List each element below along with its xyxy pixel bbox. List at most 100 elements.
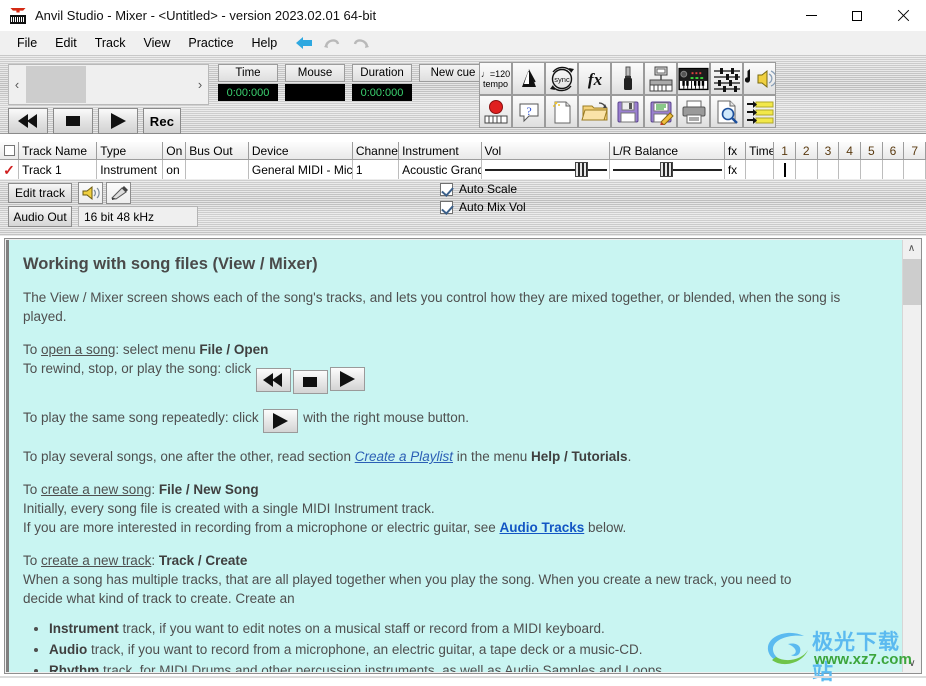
audio-jack-icon[interactable] <box>611 62 644 95</box>
duration-label[interactable]: Duration <box>352 64 412 82</box>
save-as-icon[interactable] <box>644 95 677 128</box>
close-button[interactable] <box>880 0 926 31</box>
maximize-button[interactable] <box>834 0 880 31</box>
create-a-new-song-link[interactable]: create a new song <box>41 482 151 497</box>
inline-rewind-button[interactable] <box>256 368 291 392</box>
audio-out-button[interactable]: Audio Out <box>8 206 72 227</box>
audio-tracks-link[interactable]: Audio Tracks <box>499 520 584 535</box>
col-bus-out[interactable]: Bus Out <box>186 142 249 160</box>
rewind-button[interactable] <box>8 108 48 134</box>
new-file-icon[interactable] <box>545 95 578 128</box>
measure-header-2[interactable]: 2 <box>796 142 818 160</box>
create-a-playlist-link[interactable]: Create a Playlist <box>355 449 453 464</box>
inline-stop-button[interactable] <box>293 370 328 394</box>
measure-header-5[interactable]: 5 <box>861 142 883 160</box>
open-folder-icon[interactable] <box>578 95 611 128</box>
cell-vol[interactable] <box>482 160 610 179</box>
measure-header-1[interactable]: 1 <box>774 142 796 160</box>
tempo-icon[interactable]: ♩=120 tempo <box>479 62 512 95</box>
vol-slider[interactable] <box>485 160 607 179</box>
cell-track-name[interactable]: Track 1 <box>19 160 97 179</box>
cell-fx[interactable]: fx <box>725 160 746 179</box>
measure-header-3[interactable]: 3 <box>818 142 840 160</box>
synth-keyboard-icon[interactable] <box>677 62 710 95</box>
cell-bus-out[interactable] <box>186 160 249 179</box>
effects-icon[interactable]: fx <box>578 62 611 95</box>
speaker-icon[interactable] <box>78 182 103 204</box>
measure-cell-5[interactable] <box>861 160 883 179</box>
measure-header-6[interactable]: 6 <box>883 142 905 160</box>
play-button[interactable] <box>98 108 138 134</box>
scroll-right-arrow[interactable]: › <box>192 77 208 92</box>
col-channel[interactable]: Channel <box>353 142 399 160</box>
balance-slider[interactable] <box>613 160 722 179</box>
col-device[interactable]: Device <box>249 142 353 160</box>
playlist-icon[interactable] <box>743 95 776 128</box>
midi-device-icon[interactable] <box>644 62 677 95</box>
menu-view[interactable]: View <box>135 33 180 53</box>
col-time[interactable]: Time <box>746 142 774 160</box>
scroll-down-arrow[interactable]: ∨ <box>903 655 921 672</box>
measure-header-7[interactable]: 7 <box>904 142 926 160</box>
measure-cell-6[interactable] <box>883 160 905 179</box>
measure-header-4[interactable]: 4 <box>839 142 861 160</box>
table-row[interactable]: ✓ Track 1 Instrument on General MIDI - M… <box>0 160 926 179</box>
inline-play-button-repeat[interactable] <box>263 409 298 433</box>
menu-edit[interactable]: Edit <box>46 33 86 53</box>
col-lr-balance[interactable]: L/R Balance <box>610 142 725 160</box>
mouse-label[interactable]: Mouse <box>285 64 345 82</box>
mixer-faders-icon[interactable] <box>710 62 743 95</box>
cell-device[interactable]: General MIDI - Microso <box>249 160 353 179</box>
measure-cell-3[interactable] <box>818 160 840 179</box>
scrollbar-thumb[interactable] <box>903 259 921 305</box>
col-track-name[interactable]: Track Name <box>19 142 97 160</box>
scroll-left-arrow[interactable]: ‹ <box>9 77 25 92</box>
pen-icon[interactable] <box>106 182 131 204</box>
cell-type[interactable]: Instrument <box>97 160 163 179</box>
cell-channel[interactable]: 1 <box>353 160 399 179</box>
scrollbar-thumb[interactable] <box>26 66 86 103</box>
sync-icon[interactable]: sync <box>545 62 578 95</box>
help-vertical-scrollbar[interactable]: ∧ ∨ <box>902 240 920 672</box>
cell-lr-balance[interactable] <box>610 160 725 179</box>
col-on[interactable]: On <box>163 142 186 160</box>
audio-format-field[interactable]: 16 bit 48 kHz <box>78 206 198 227</box>
back-arrow-icon[interactable] <box>294 35 314 51</box>
col-fx[interactable]: fx <box>725 142 746 160</box>
save-icon[interactable] <box>611 95 644 128</box>
print-icon[interactable] <box>677 95 710 128</box>
minimize-button[interactable] <box>788 0 834 31</box>
inline-play-button[interactable] <box>330 367 365 391</box>
stop-button[interactable] <box>53 108 93 134</box>
col-vol[interactable]: Vol <box>482 142 610 160</box>
menu-file[interactable]: File <box>8 33 46 53</box>
metronome-icon[interactable] <box>512 62 545 95</box>
scroll-up-arrow[interactable]: ∧ <box>903 240 920 257</box>
menu-track[interactable]: Track <box>86 33 135 53</box>
new-cue-button[interactable]: New cue <box>419 64 487 82</box>
track-horizontal-scrollbar[interactable]: ‹ › <box>8 64 209 105</box>
auto-scale-checkbox[interactable]: Auto Scale <box>440 182 517 196</box>
record-keyboard-icon[interactable] <box>479 95 512 128</box>
menu-practice[interactable]: Practice <box>179 33 242 53</box>
measure-cell-2[interactable] <box>796 160 818 179</box>
select-all-header[interactable] <box>0 142 19 160</box>
print-preview-icon[interactable] <box>710 95 743 128</box>
col-instrument[interactable]: Instrument <box>399 142 481 160</box>
measure-cell-7[interactable] <box>904 160 926 179</box>
record-button[interactable]: Rec <box>143 108 181 134</box>
auto-mix-vol-checkbox[interactable]: Auto Mix Vol <box>440 200 526 214</box>
measure-cell-4[interactable] <box>839 160 861 179</box>
time-label[interactable]: Time <box>218 64 278 82</box>
row-select-check[interactable]: ✓ <box>0 160 19 179</box>
cell-on[interactable]: on <box>163 160 186 179</box>
help-question-icon[interactable]: ? <box>512 95 545 128</box>
menu-help[interactable]: Help <box>243 33 287 53</box>
edit-track-button[interactable]: Edit track <box>8 183 72 203</box>
create-a-new-track-link[interactable]: create a new track <box>41 553 151 568</box>
open-a-song-link[interactable]: open a song <box>41 342 115 357</box>
cell-time[interactable] <box>746 160 774 179</box>
cell-instrument[interactable]: Acoustic Grand <box>399 160 481 179</box>
volume-note-icon[interactable] <box>743 62 776 95</box>
col-type[interactable]: Type <box>97 142 163 160</box>
